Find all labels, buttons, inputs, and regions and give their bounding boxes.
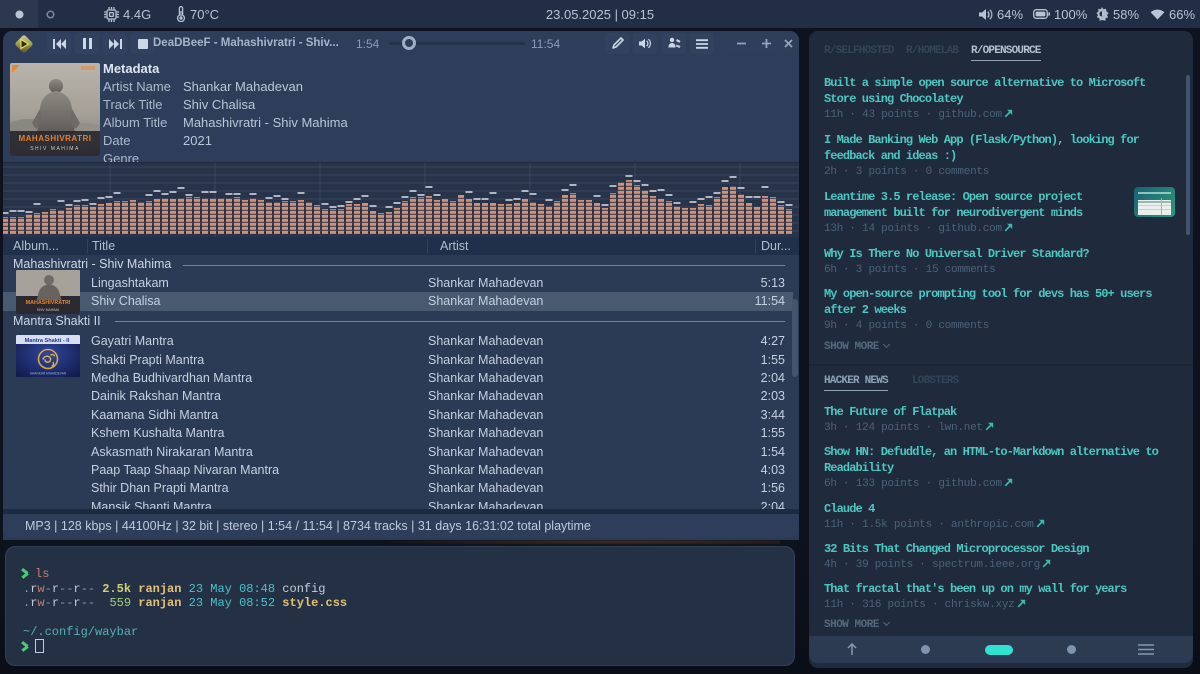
svg-text:SHIV MAHIMA: SHIV MAHIMA: [30, 146, 80, 152]
svg-text:SHANKAR MAHADEVAN: SHANKAR MAHADEVAN: [30, 372, 67, 376]
svg-text:Mantra Shakti - II: Mantra Shakti - II: [25, 338, 70, 344]
svg-text:SHIV MAHIMA: SHIV MAHIMA: [37, 308, 60, 312]
svg-text:MAHASHIVRATRI: MAHASHIVRATRI: [26, 300, 71, 306]
svg-text:MAHASHIVRATRI: MAHASHIVRATRI: [18, 134, 91, 143]
